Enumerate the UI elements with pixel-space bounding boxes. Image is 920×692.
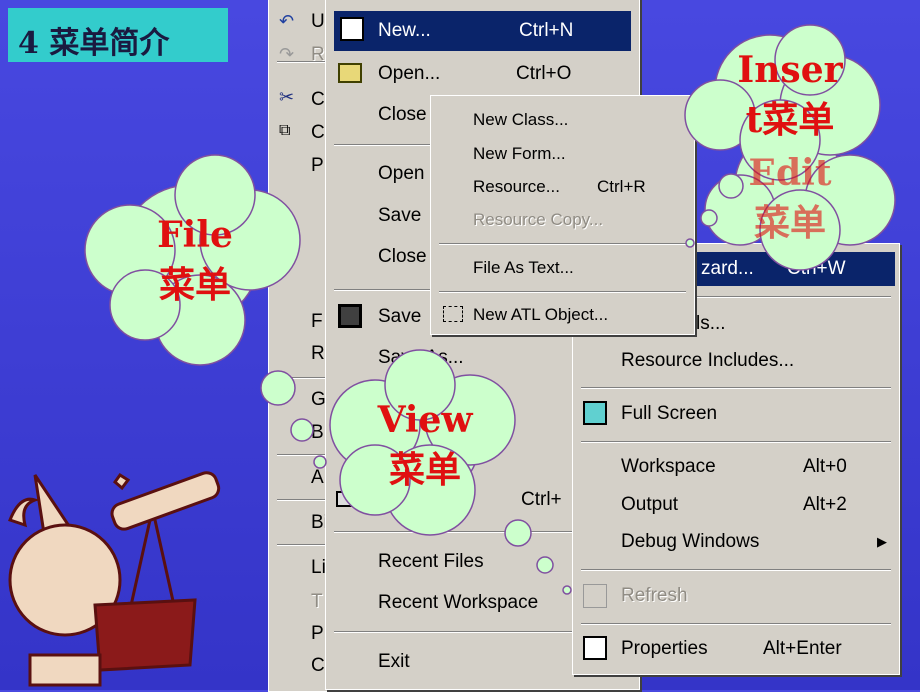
wizard-illustration — [8, 471, 221, 687]
insert-callout: Inser t菜单 — [737, 49, 843, 141]
file-callout: File 菜单 — [157, 214, 233, 306]
edit-callout: Edit 菜单 — [748, 152, 832, 244]
view-callout: View 菜单 — [377, 399, 473, 491]
